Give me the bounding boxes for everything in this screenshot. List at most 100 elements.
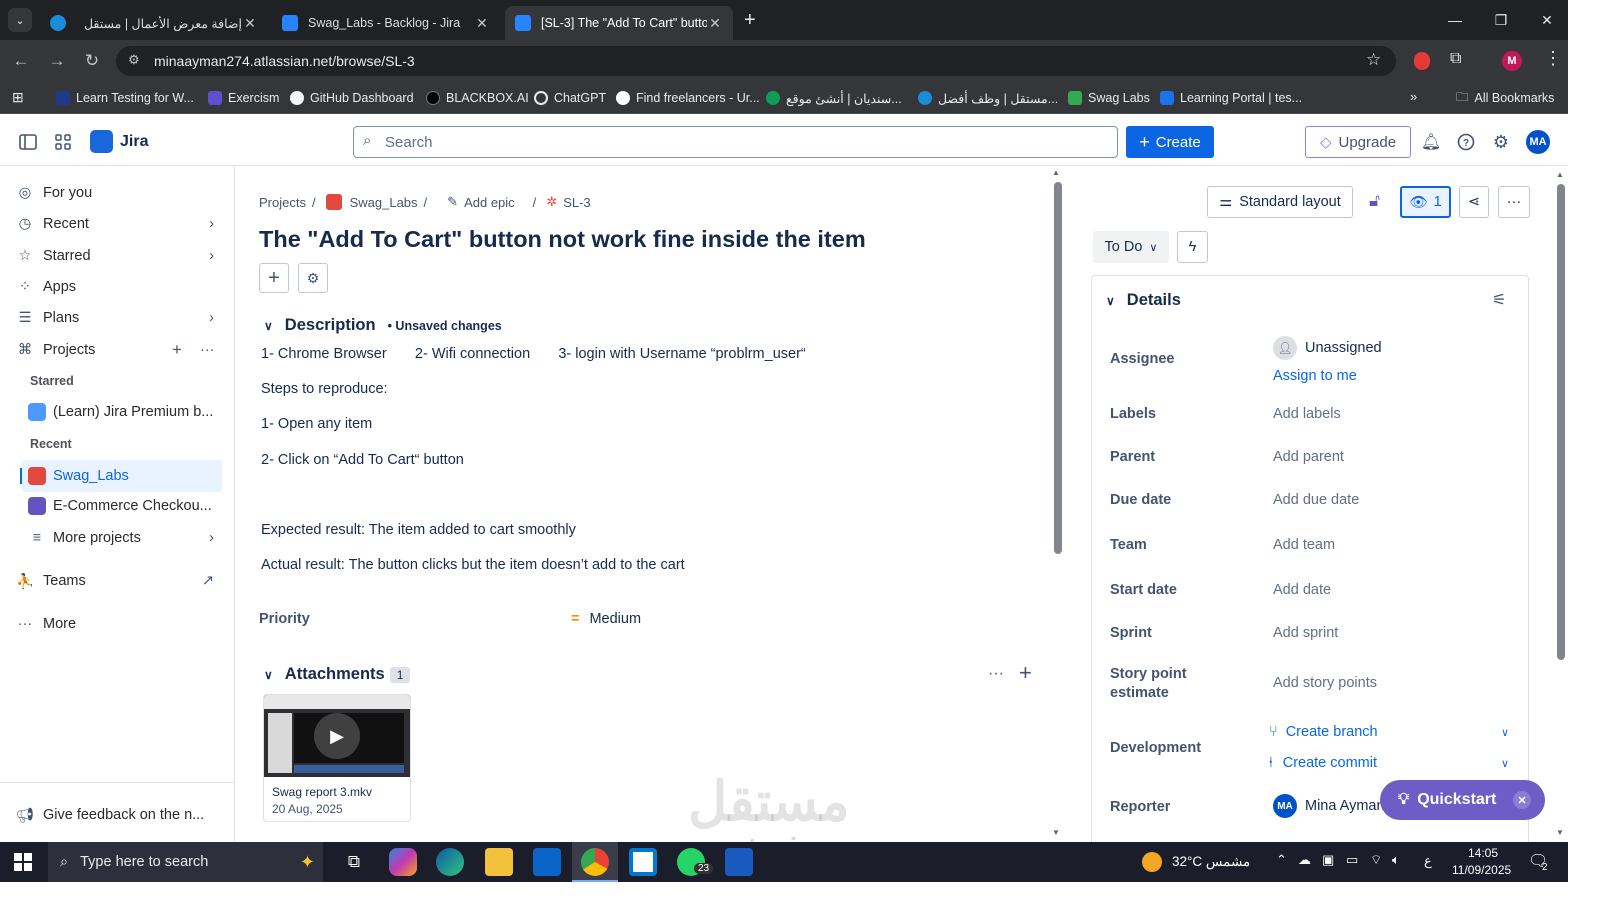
bookmark-mostaql[interactable]: مستقل | وظف أفضل...	[918, 89, 1058, 107]
play-icon[interactable]: ▶	[314, 713, 360, 759]
attachments-more-icon[interactable]: ···	[988, 665, 1004, 683]
due-date-field[interactable]: Add due date	[1273, 492, 1359, 508]
minimize-icon[interactable]: —	[1432, 0, 1478, 40]
back-icon[interactable]: ←	[8, 48, 34, 74]
sprint-field[interactable]: Add sprint	[1273, 625, 1338, 641]
edge-icon[interactable]	[436, 848, 464, 876]
sidebar-item-plans[interactable]: ☰ Plans ›	[14, 304, 222, 332]
input-language[interactable]: ع	[1424, 853, 1432, 869]
close-window-icon[interactable]: ✕	[1524, 0, 1570, 40]
bookmark-sendian[interactable]: سنديان | أنشئ موقع...	[766, 89, 902, 107]
restore-icon[interactable]: ❐	[1478, 0, 1524, 40]
sidebar-item-projects[interactable]: ⌘ Projects + ···	[14, 336, 222, 364]
more-actions-button[interactable]: ···	[1498, 186, 1530, 218]
sidebar-project-swag-labs[interactable]: Swag_Labs	[20, 460, 222, 492]
sidebar-item-recent[interactable]: ◷ Recent ›	[14, 210, 222, 238]
create-button[interactable]: + Create	[1126, 126, 1214, 158]
apps-action-button[interactable]: ⚙	[298, 263, 328, 293]
taskbar-search-input[interactable]: ⌕ Type here to search ✦	[48, 842, 323, 882]
details-heading[interactable]: ∨ Details	[1106, 291, 1181, 310]
add-attachment-icon[interactable]: +	[1019, 660, 1032, 686]
battery-icon[interactable]: ▭	[1346, 852, 1358, 868]
browser-tab-backlog[interactable]: Swag_Labs - Backlog - Jira ✕	[272, 6, 500, 40]
add-button[interactable]: +	[259, 263, 289, 293]
reporter-field[interactable]: MA Mina Ayman	[1273, 794, 1385, 818]
outlook-icon[interactable]	[533, 848, 561, 876]
more-actions-icon[interactable]: ···	[200, 342, 215, 358]
extension-red-icon[interactable]	[1414, 52, 1430, 70]
start-date-field[interactable]: Add date	[1273, 582, 1331, 598]
upgrade-button[interactable]: ◇ Upgrade	[1305, 126, 1411, 158]
wifi-icon[interactable]: ⌔	[1370, 852, 1382, 868]
jira-logo[interactable]: Jira	[90, 130, 148, 153]
breadcrumb-projects[interactable]: Projects	[259, 195, 306, 210]
bookmark-star-icon[interactable]: ☆	[1366, 50, 1381, 70]
description-line[interactable]: 1- Chrome Browser 2- Wifi connection 3- …	[261, 346, 806, 362]
tab-close-icon[interactable]: ✕	[707, 15, 723, 32]
word-icon[interactable]	[725, 848, 753, 876]
sidebar-project-learn-jira[interactable]: (Learn) Jira Premium b...	[28, 398, 222, 426]
add-project-icon[interactable]: +	[172, 340, 182, 360]
create-commit-link[interactable]: ⍿ Create commit ∨	[1269, 755, 1509, 771]
url-field[interactable]: ⚙ minaayman274.atlassian.net/browse/SL-3…	[116, 46, 1396, 76]
all-bookmarks[interactable]: 🗀 All Bookmarks	[1456, 89, 1554, 107]
sidebar-item-apps[interactable]: ⁘ Apps	[14, 273, 222, 301]
sidebar-item-starred[interactable]: ☆ Starred ›	[14, 242, 222, 270]
breadcrumb-project[interactable]: Swag_Labs	[350, 195, 418, 210]
status-dropdown[interactable]: To Do ∨	[1093, 231, 1169, 263]
tab-close-icon[interactable]: ✕	[474, 15, 490, 32]
search-input[interactable]: ⌕ Search	[353, 126, 1118, 158]
breadcrumb-issue-key[interactable]: SL-3	[563, 195, 590, 210]
site-info-icon[interactable]: ⚙	[128, 52, 140, 68]
clock-date[interactable]: 11/09/2025	[1452, 863, 1511, 877]
weather-icon[interactable]	[1142, 852, 1162, 872]
weather-text[interactable]: 32°C مشمس	[1172, 854, 1250, 870]
windows-start-icon[interactable]	[14, 853, 32, 871]
tray-app-icon[interactable]: ▣	[1322, 852, 1334, 868]
give-feedback-button[interactable]: 📢︎ Give feedback on the n...	[14, 801, 222, 829]
browser-tab-mostaql[interactable]: إضافة معرض الأعمال | مستقل ✕	[40, 6, 268, 40]
description-line[interactable]: Steps to reproduce:	[261, 381, 388, 397]
bookmark-chatgpt[interactable]: ChatGPT	[534, 89, 606, 107]
description-line[interactable]: 1- Open any item	[261, 416, 372, 432]
app-switcher-icon[interactable]	[49, 128, 77, 156]
tab-close-icon[interactable]: ✕	[242, 15, 258, 32]
attachments-heading[interactable]: ∨ Attachments 1	[264, 665, 411, 684]
bookmark-blackbox[interactable]: BLACKBOX.AI	[426, 89, 529, 107]
browser-menu-icon[interactable]: ⋮	[1544, 48, 1562, 69]
labels-field[interactable]: Add labels	[1273, 406, 1341, 422]
microsoft-store-icon[interactable]	[629, 848, 657, 876]
scroll-up-icon[interactable]: ▲	[1556, 170, 1564, 179]
sidebar-toggle-icon[interactable]	[14, 128, 42, 156]
parent-field[interactable]: Add parent	[1273, 449, 1344, 465]
assignee-field[interactable]: 👤︎ Unassigned	[1273, 336, 1382, 360]
assign-to-me-link[interactable]: Assign to me	[1273, 368, 1357, 384]
watch-button[interactable]: 👁︎ 1	[1400, 186, 1451, 218]
bookmark-github[interactable]: GitHub Dashboard	[290, 89, 414, 107]
scroll-up-icon[interactable]: ▲	[1052, 168, 1060, 177]
bookmark-learn-testing[interactable]: Learn Testing for W...	[56, 89, 194, 107]
apps-grid-icon[interactable]: ⊞	[12, 89, 24, 106]
tab-search-button[interactable]: ⌄	[8, 8, 32, 32]
priority-field[interactable]: = Medium	[571, 611, 641, 627]
scroll-down-icon[interactable]: ▼	[1556, 828, 1564, 837]
quickstart-button[interactable]: 💡︎ Quickstart ✕	[1380, 780, 1545, 820]
create-branch-link[interactable]: ⑂ Create branch ∨	[1269, 724, 1509, 740]
sidebar-item-for-you[interactable]: ◎ For you	[14, 179, 222, 207]
chrome-icon[interactable]	[581, 848, 609, 876]
share-button[interactable]: ⋖	[1459, 186, 1489, 218]
help-icon[interactable]: ?	[1452, 128, 1480, 156]
sidebar-project-ecommerce[interactable]: E-Commerce Checkou...	[28, 492, 222, 520]
new-tab-icon[interactable]: +	[744, 9, 756, 32]
onedrive-icon[interactable]: ☁	[1298, 852, 1311, 868]
volume-icon[interactable]: 🔈︎	[1392, 852, 1400, 868]
sidebar-more-projects[interactable]: ≡ More projects ›	[28, 524, 222, 552]
bookmark-upwork[interactable]: Find freelancers - Ur...	[616, 89, 760, 107]
reload-icon[interactable]: ↻	[79, 48, 105, 74]
automation-button[interactable]: ϟ	[1177, 231, 1208, 263]
profile-avatar[interactable]: M	[1502, 51, 1522, 71]
scroll-down-icon[interactable]: ▼	[1052, 828, 1060, 837]
bookmark-exercism[interactable]: Exercism	[208, 89, 279, 107]
settings-gear-icon[interactable]: ⚙	[1487, 128, 1515, 156]
bookmarks-overflow-icon[interactable]: »	[1410, 89, 1417, 104]
